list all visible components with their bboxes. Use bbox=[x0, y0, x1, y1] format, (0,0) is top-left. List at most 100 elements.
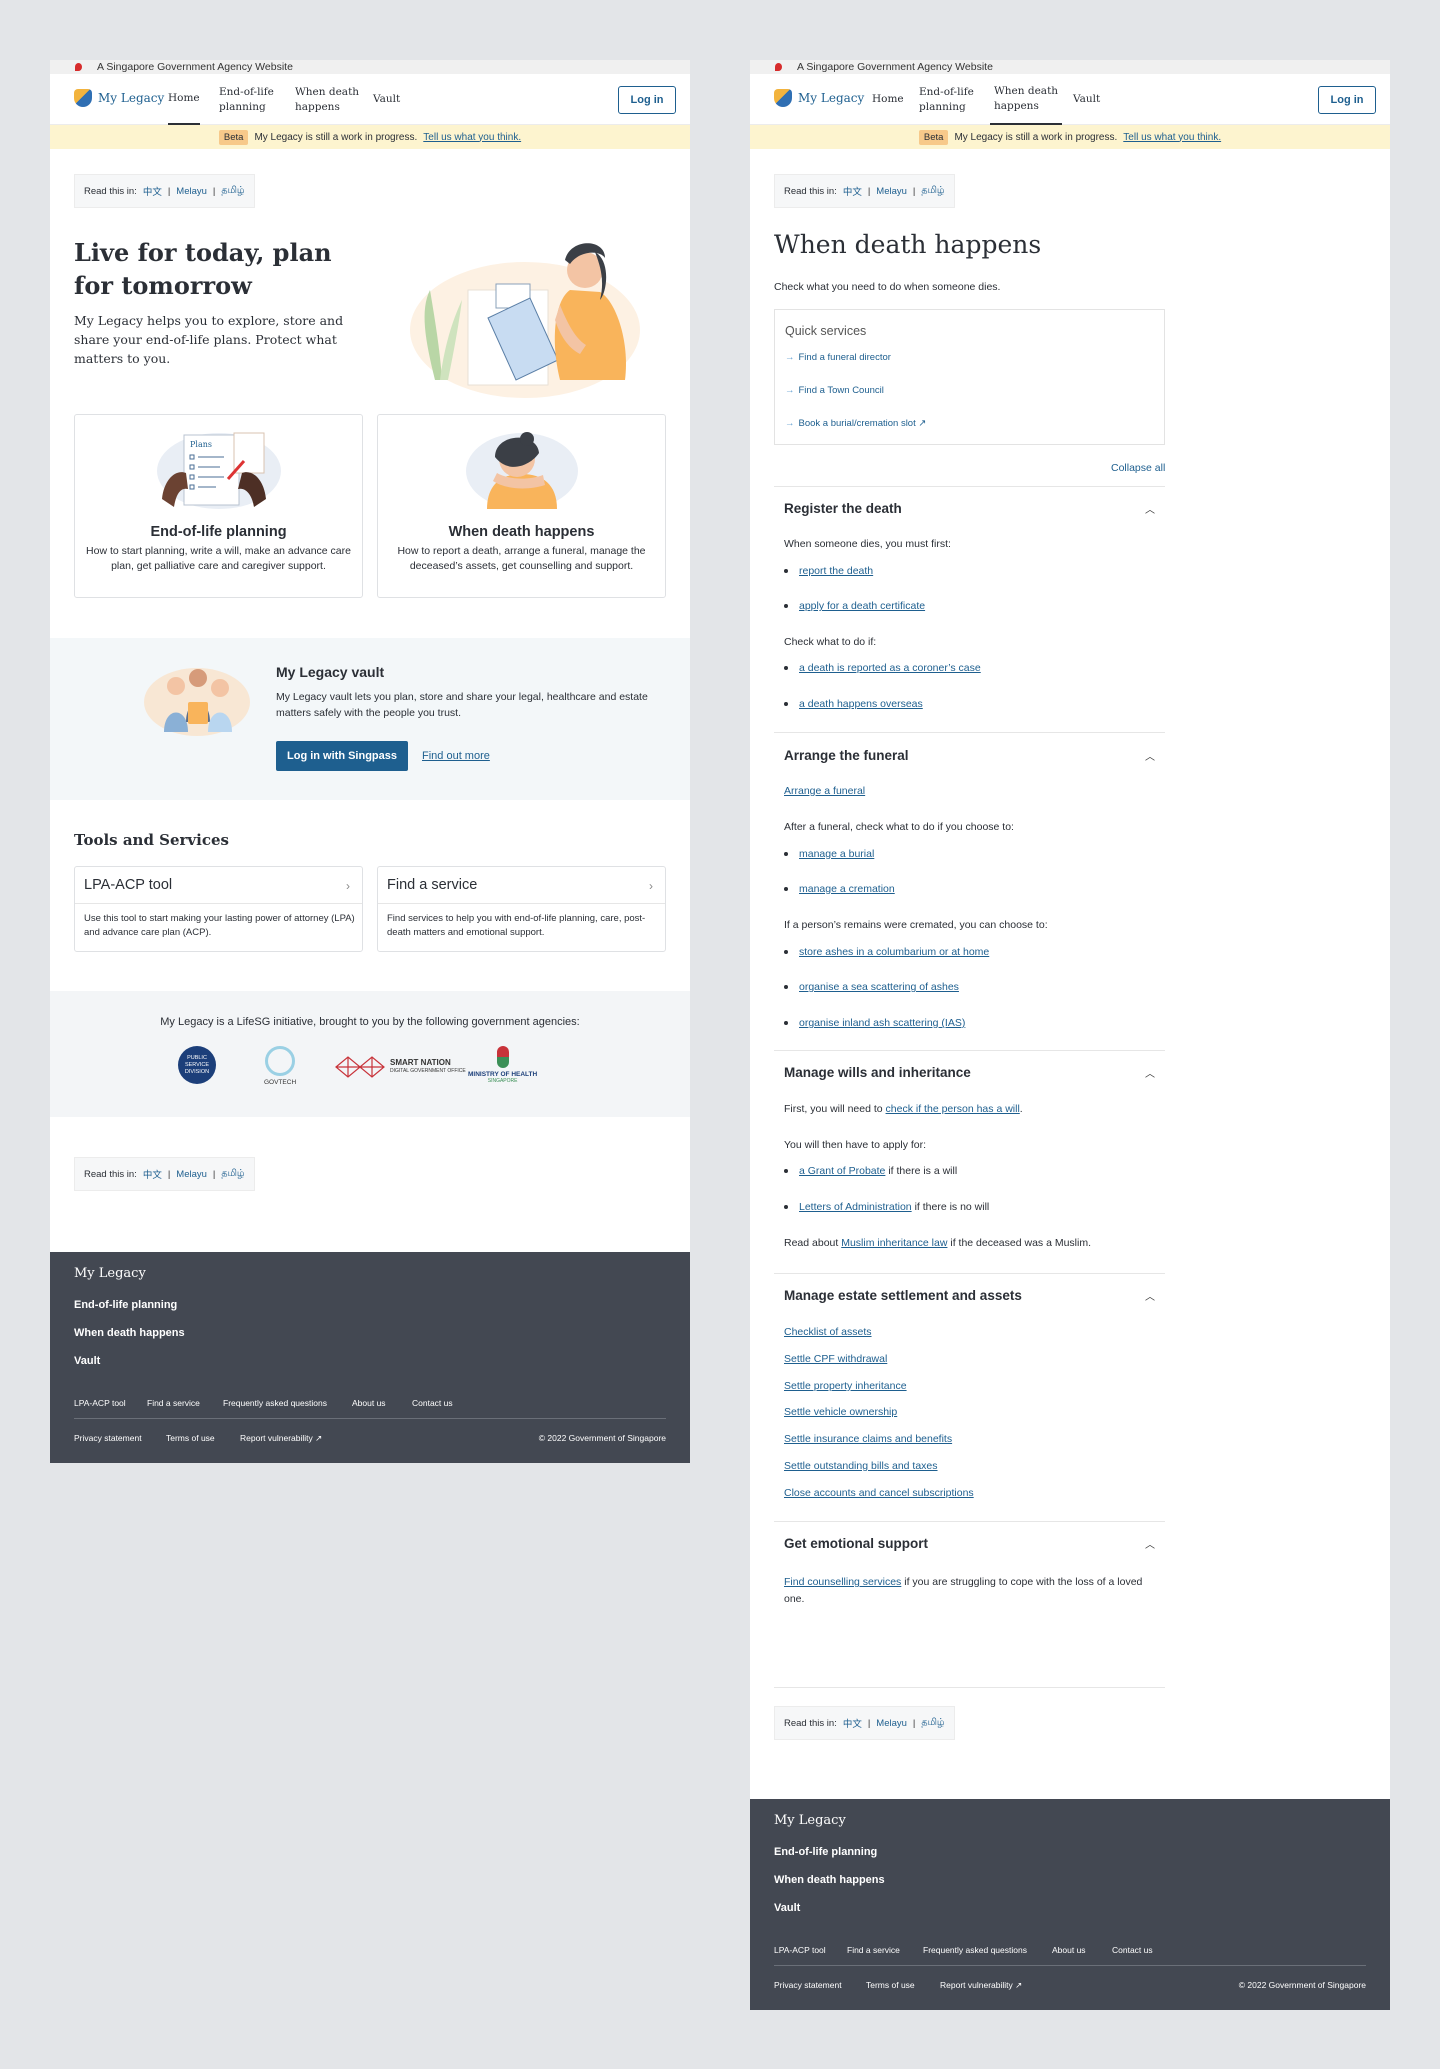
nav-vault[interactable]: Vault bbox=[1073, 74, 1100, 125]
lang-chinese[interactable]: 中文 bbox=[843, 184, 862, 198]
quick-link-burial-slot[interactable]: → Book a burial/cremation slot ↗ bbox=[785, 418, 926, 429]
link-check-will[interactable]: check if the person has a will bbox=[886, 1103, 1020, 1115]
find-out-more-link[interactable]: Find out more bbox=[422, 750, 490, 762]
lang-chinese[interactable]: 中文 bbox=[843, 1716, 862, 1730]
lang-malay[interactable]: Melayu bbox=[876, 1718, 907, 1729]
lang-chinese[interactable]: 中文 bbox=[143, 184, 162, 198]
terms-link[interactable]: Terms of use bbox=[166, 1433, 215, 1443]
chevron-right-icon: › bbox=[346, 879, 350, 893]
link-store-ashes[interactable]: store ashes in a columbarium or at home bbox=[784, 946, 989, 958]
footer-small-link[interactable]: Frequently asked questions bbox=[923, 1945, 1027, 1955]
login-button[interactable]: Log in bbox=[618, 86, 676, 114]
privacy-link[interactable]: Privacy statement bbox=[74, 1433, 142, 1443]
collapse-all-button[interactable]: Collapse all bbox=[1111, 462, 1165, 474]
link-death-certificate[interactable]: apply for a death certificate bbox=[784, 600, 925, 612]
feedback-link[interactable]: Tell us what you think. bbox=[1123, 132, 1221, 143]
when-death-happens-card[interactable]: When death happens How to report a death… bbox=[377, 414, 666, 598]
footer-link[interactable]: When death happens bbox=[74, 1327, 185, 1339]
chevron-up-icon[interactable]: ︿ bbox=[1145, 501, 1155, 516]
feedback-link[interactable]: Tell us what you think. bbox=[423, 132, 521, 143]
footer-brand[interactable]: My Legacy bbox=[774, 1813, 846, 1828]
brand-logo[interactable]: My Legacy bbox=[74, 89, 164, 107]
privacy-link[interactable]: Privacy statement bbox=[774, 1980, 842, 1990]
link-insurance-claims[interactable]: Settle insurance claims and benefits bbox=[784, 1433, 952, 1445]
link-property-inheritance[interactable]: Settle property inheritance bbox=[784, 1380, 907, 1392]
govtech-mark-icon bbox=[265, 1046, 296, 1076]
report-vulnerability-link[interactable]: Report vulnerability ↗ bbox=[240, 1433, 322, 1444]
lang-tamil[interactable]: தமிழ் bbox=[921, 185, 944, 197]
link-death-overseas[interactable]: a death happens overseas bbox=[784, 698, 923, 710]
chevron-up-icon[interactable]: ︿ bbox=[1145, 1536, 1155, 1551]
accordion-header[interactable]: Manage wills and inheritance bbox=[784, 1065, 971, 1080]
login-button[interactable]: Log in bbox=[1318, 86, 1376, 114]
quick-link-town-council[interactable]: → Find a Town Council bbox=[785, 385, 884, 396]
lang-tamil[interactable]: தமிழ் bbox=[921, 1717, 944, 1729]
chevron-up-icon[interactable]: ︿ bbox=[1145, 1065, 1155, 1080]
footer-brand[interactable]: My Legacy bbox=[74, 1266, 146, 1281]
link-outstanding-bills[interactable]: Settle outstanding bills and taxes bbox=[784, 1460, 938, 1472]
footer-small-link[interactable]: About us bbox=[352, 1398, 386, 1408]
link-manage-cremation[interactable]: manage a cremation bbox=[784, 883, 895, 895]
footer-link[interactable]: When death happens bbox=[774, 1874, 885, 1886]
nav-home[interactable]: Home bbox=[872, 74, 904, 125]
link-cpf-withdrawal[interactable]: Settle CPF withdrawal bbox=[784, 1353, 887, 1365]
page-title: When death happens bbox=[774, 230, 1042, 259]
link-muslim-inheritance[interactable]: Muslim inheritance law bbox=[841, 1237, 947, 1249]
smart-nation-mark-icon bbox=[335, 1056, 385, 1078]
link-close-accounts[interactable]: Close accounts and cancel subscriptions bbox=[784, 1487, 974, 1499]
link-manage-burial[interactable]: manage a burial bbox=[784, 848, 874, 860]
footer-small-link[interactable]: LPA-ACP tool bbox=[774, 1945, 826, 1955]
link-arrange-funeral[interactable]: Arrange a funeral bbox=[784, 785, 865, 797]
footer-link[interactable]: End-of-life planning bbox=[74, 1299, 177, 1311]
footer-small-link[interactable]: About us bbox=[1052, 1945, 1086, 1955]
end-of-life-card[interactable]: Plans End-of-life planning How to start … bbox=[74, 414, 363, 598]
footer-small-link[interactable]: Find a service bbox=[147, 1398, 200, 1408]
link-vehicle-ownership[interactable]: Settle vehicle ownership bbox=[784, 1406, 897, 1418]
lang-malay[interactable]: Melayu bbox=[176, 186, 207, 197]
find-a-service-card[interactable]: Find a service › Find services to help y… bbox=[377, 866, 666, 952]
nav-end-of-life[interactable]: End-of-life planning bbox=[919, 74, 974, 125]
quick-link-funeral-director[interactable]: → Find a funeral director bbox=[785, 352, 891, 363]
singpass-login-button[interactable]: Log in with Singpass bbox=[276, 741, 408, 771]
link-sea-scattering[interactable]: organise a sea scattering of ashes bbox=[784, 981, 959, 993]
footer-small-link[interactable]: Find a service bbox=[847, 1945, 900, 1955]
brand-logo[interactable]: My Legacy bbox=[774, 89, 864, 107]
link-coroners-case[interactable]: a death is reported as a coroner’s case bbox=[784, 662, 981, 674]
lpa-acp-tool-card[interactable]: LPA-ACP tool › Use this tool to start ma… bbox=[74, 866, 363, 952]
chevron-up-icon[interactable]: ︿ bbox=[1145, 1288, 1155, 1303]
chevron-up-icon[interactable]: ︿ bbox=[1145, 748, 1155, 763]
accordion-header[interactable]: Manage estate settlement and assets bbox=[784, 1288, 1022, 1303]
card-description: How to start planning, write a will, mak… bbox=[86, 545, 351, 572]
nav-end-of-life[interactable]: End-of-life planning bbox=[219, 74, 274, 125]
vault-section: My Legacy vault My Legacy vault lets you… bbox=[50, 638, 690, 800]
lang-chinese[interactable]: 中文 bbox=[143, 1167, 162, 1181]
report-vulnerability-link[interactable]: Report vulnerability ↗ bbox=[940, 1980, 1022, 1991]
accordion-header[interactable]: Register the death bbox=[784, 501, 902, 516]
link-letters-administration[interactable]: Letters of Administration bbox=[799, 1201, 912, 1213]
top-nav: My Legacy Home End-of-life planning When … bbox=[750, 74, 1390, 125]
footer-small-link[interactable]: Contact us bbox=[412, 1398, 453, 1408]
lang-malay[interactable]: Melayu bbox=[176, 1169, 207, 1180]
footer-small-link[interactable]: Frequently asked questions bbox=[223, 1398, 327, 1408]
lang-malay[interactable]: Melayu bbox=[876, 186, 907, 197]
footer-link[interactable]: End-of-life planning bbox=[774, 1846, 877, 1858]
footer-link[interactable]: Vault bbox=[74, 1355, 100, 1367]
link-inland-scattering[interactable]: organise inland ash scattering (IAS) bbox=[784, 1017, 965, 1029]
footer-small-link[interactable]: Contact us bbox=[1112, 1945, 1153, 1955]
lang-tamil[interactable]: தமிழ் bbox=[221, 1168, 244, 1180]
grief-illustration bbox=[465, 432, 578, 509]
nav-vault[interactable]: Vault bbox=[373, 74, 400, 125]
link-checklist-assets[interactable]: Checklist of assets bbox=[784, 1326, 872, 1338]
nav-when-death-happens[interactable]: When death happens bbox=[295, 74, 359, 125]
nav-when-death-happens[interactable]: When death happens bbox=[990, 74, 1063, 125]
nav-home[interactable]: Home bbox=[168, 74, 200, 125]
accordion-header[interactable]: Get emotional support bbox=[784, 1536, 928, 1551]
terms-link[interactable]: Terms of use bbox=[866, 1980, 915, 1990]
link-counselling[interactable]: Find counselling services bbox=[784, 1576, 901, 1588]
lang-tamil[interactable]: தமிழ் bbox=[221, 185, 244, 197]
footer-small-link[interactable]: LPA-ACP tool bbox=[74, 1398, 126, 1408]
link-grant-of-probate[interactable]: a Grant of Probate bbox=[799, 1165, 885, 1177]
footer-link[interactable]: Vault bbox=[774, 1902, 800, 1914]
accordion-header[interactable]: Arrange the funeral bbox=[784, 748, 909, 763]
link-report-death[interactable]: report the death bbox=[784, 565, 873, 577]
